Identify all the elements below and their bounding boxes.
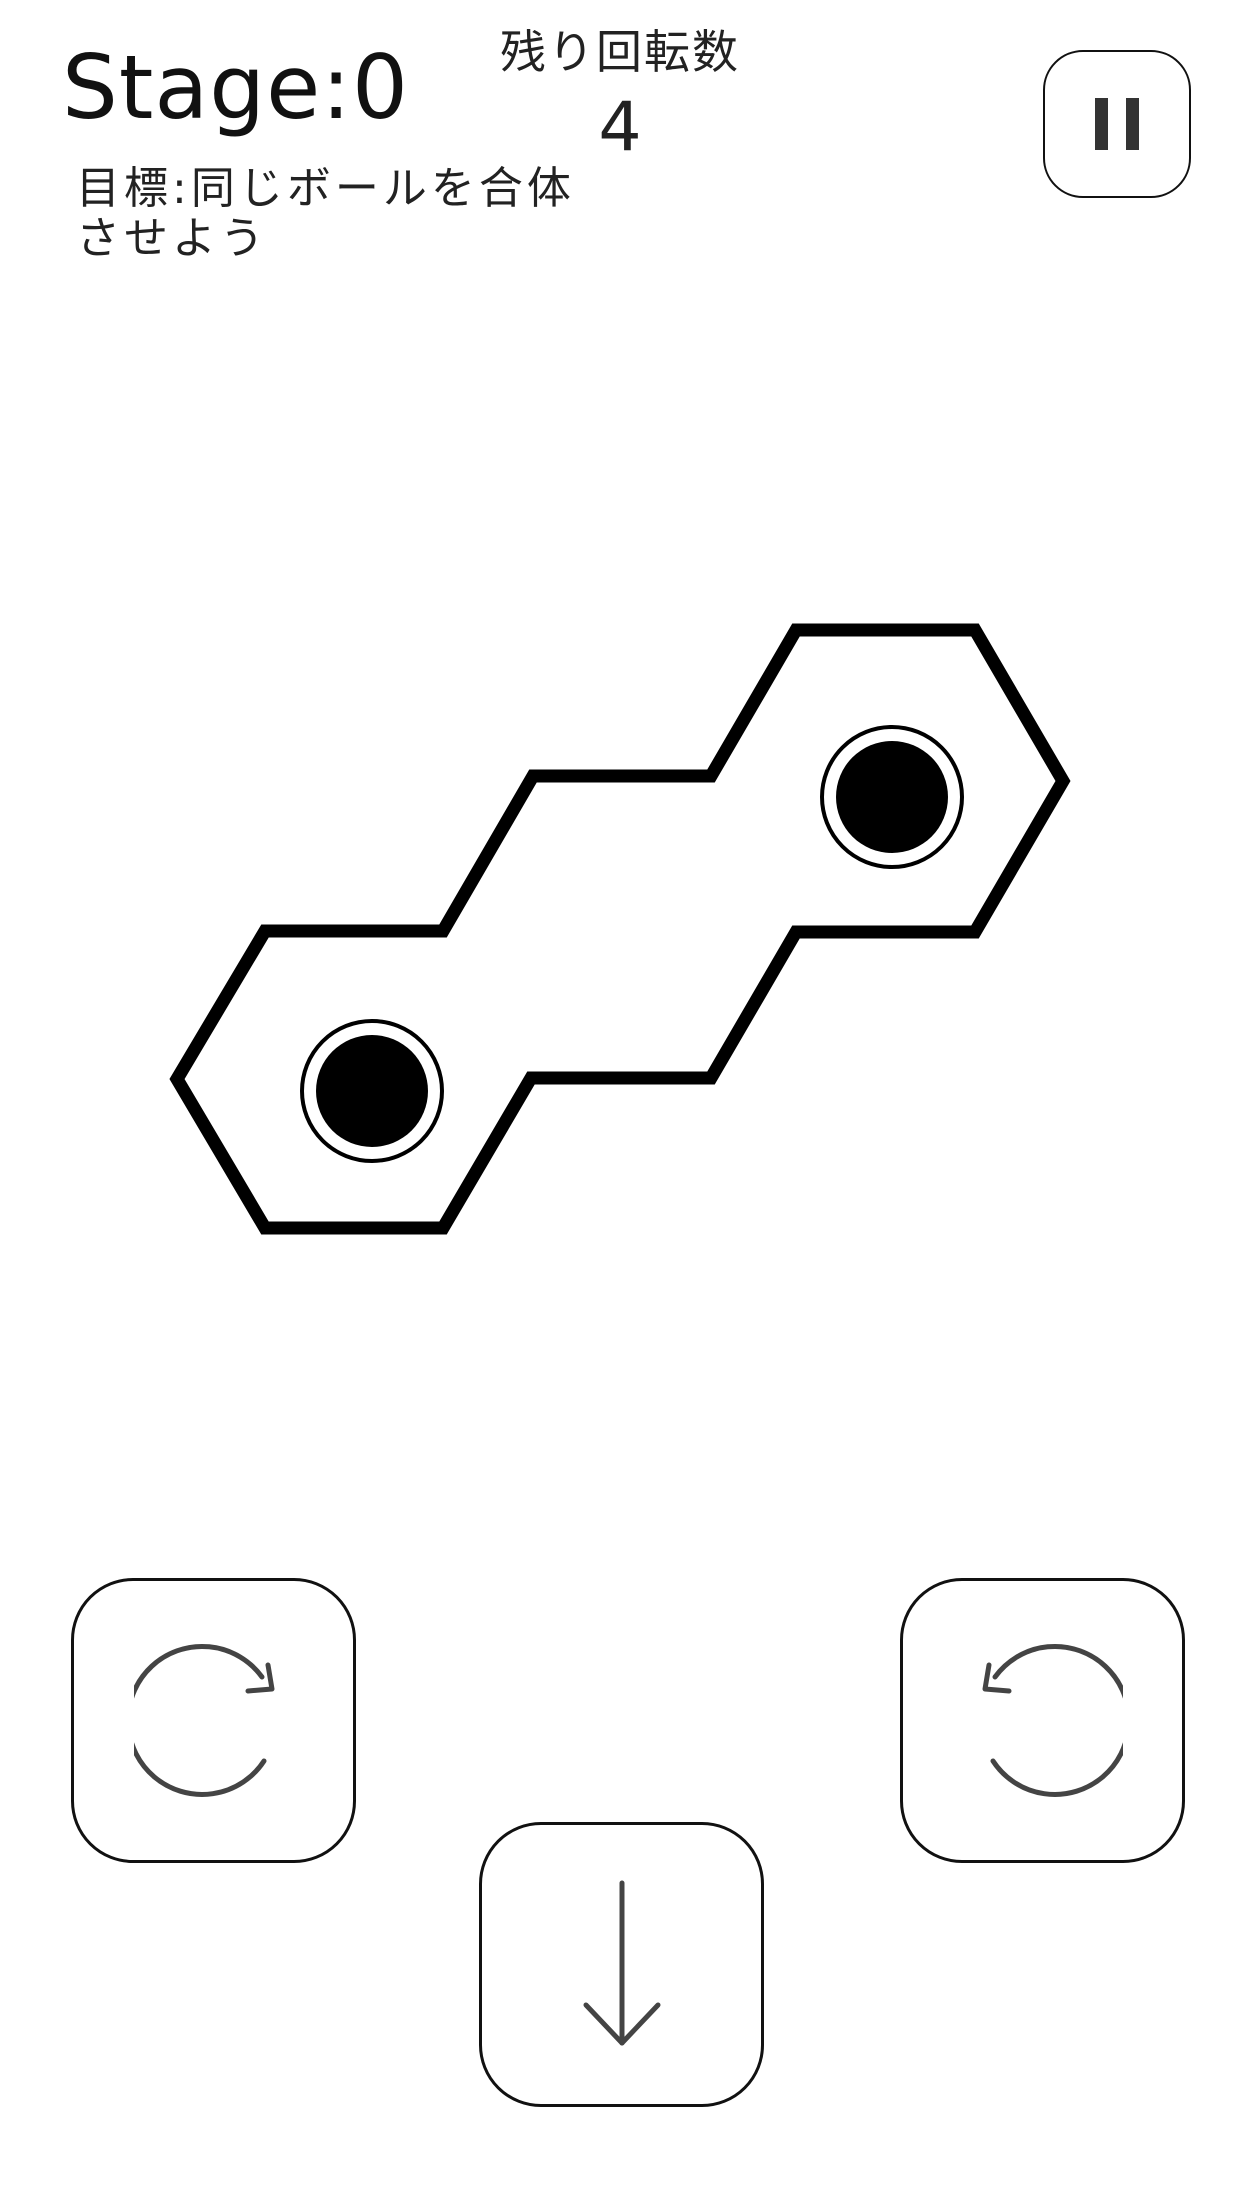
game-screen: Stage:0 目標:同じボールを合体させよう 残り回転数 4 (0, 0, 1242, 2208)
rotate-counterclockwise-button[interactable] (900, 1578, 1185, 1863)
arrow-down-icon (583, 1880, 660, 2045)
pause-button[interactable] (1043, 50, 1191, 198)
piece-outline[interactable] (169, 623, 1071, 1235)
rotate-clockwise-button[interactable] (71, 1578, 356, 1863)
goal-text: 目標:同じボールを合体させよう (76, 163, 575, 264)
remaining-rotations-label: 残り回転数 (500, 25, 740, 79)
drop-button[interactable] (479, 1822, 764, 2107)
ball-left[interactable] (300, 1019, 444, 1163)
ball-right[interactable] (820, 725, 964, 869)
pause-icon (1095, 98, 1139, 150)
rotate-clockwise-icon (133, 1643, 274, 1797)
remaining-rotations-count: 4 (598, 88, 642, 167)
stage-label: Stage:0 (62, 36, 409, 139)
rotate-counterclockwise-icon (982, 1643, 1123, 1797)
